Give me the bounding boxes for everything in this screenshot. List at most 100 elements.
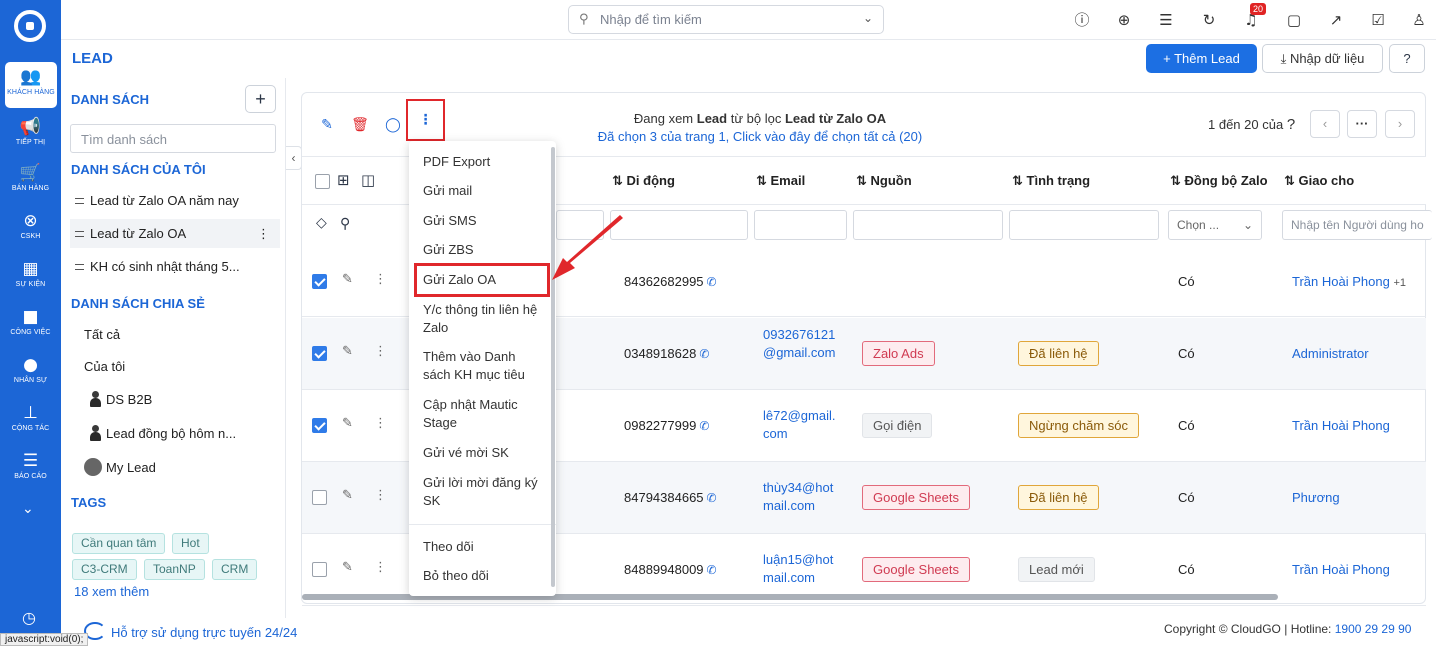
row-checkbox[interactable]: [312, 418, 327, 433]
select-all-link[interactable]: Đã chọn 3 của trang 1, Click vào đây để …: [560, 128, 960, 146]
checkbox-icon[interactable]: ☑: [1367, 9, 1389, 31]
rail-item-support[interactable]: ⊗ CSKH: [0, 206, 61, 252]
menu-item-pdf-export[interactable]: PDF Export: [423, 153, 545, 171]
menu-scrollbar[interactable]: [551, 147, 555, 587]
my-list-item[interactable]: Lead từ Zalo OA năm nay: [70, 186, 280, 215]
phone-icon[interactable]: ✆: [707, 491, 717, 505]
menu-item-request-zalo-info[interactable]: Y/c thông tin liên hệ Zalo: [423, 301, 545, 337]
email-cell[interactable]: luận15@hotmail.com: [763, 551, 841, 587]
rail-item-tasks[interactable]: ■ CÔNG VIỆC: [0, 302, 61, 348]
select-all-checkbox[interactable]: [315, 174, 330, 189]
add-circle-icon[interactable]: ⊕: [1113, 9, 1135, 31]
assigned-cell[interactable]: Trần Hoài Phong: [1292, 418, 1390, 433]
row-checkbox[interactable]: [312, 274, 327, 289]
edit-icon[interactable]: ✎: [342, 560, 353, 575]
filter-source-input[interactable]: [853, 210, 1003, 240]
shared-list-all[interactable]: Tất cả: [84, 327, 120, 342]
menu-item-add-target-list[interactable]: Thêm vào Danh sách KH mục tiêu: [423, 348, 545, 384]
assigned-cell[interactable]: Phương: [1292, 490, 1340, 505]
menu-item-send-sms[interactable]: Gửi SMS: [423, 212, 545, 230]
filter-status-input[interactable]: [1009, 210, 1159, 240]
clock-icon[interactable]: ◷: [22, 608, 36, 627]
search-input[interactable]: Nhập để tìm kiếm: [600, 12, 702, 27]
more-icon[interactable]: ⋮: [374, 344, 387, 359]
cloudgo-logo-icon[interactable]: [14, 10, 46, 42]
shared-list-sync[interactable]: Lead đồng bộ hôm n...: [88, 425, 236, 441]
shared-list-mylead[interactable]: My Lead: [84, 458, 156, 476]
search-icon[interactable]: ⚲: [340, 215, 350, 232]
rail-item-reports[interactable]: ☰ BÁO CÁO: [0, 446, 61, 492]
mobile-cell[interactable]: 84362682995 ✆: [624, 274, 717, 289]
table-icon[interactable]: ⊞: [337, 171, 350, 189]
shared-list-b2b[interactable]: DS B2B: [88, 391, 152, 407]
tag[interactable]: Hot: [172, 533, 209, 554]
tag[interactable]: CRM: [212, 559, 258, 580]
edit-icon[interactable]: ✎: [342, 272, 353, 287]
row-checkbox[interactable]: [312, 346, 327, 361]
prev-page-button[interactable]: ‹: [1310, 110, 1340, 138]
global-search[interactable]: ⚲ Nhập để tìm kiếm ⌄: [568, 5, 884, 34]
chevron-down-icon[interactable]: ⌄: [863, 11, 873, 25]
header-status[interactable]: ⇅ Tình trạng: [1012, 173, 1090, 189]
trash-icon[interactable]: 🗑: [345, 110, 375, 140]
menu-item-send-event-invite[interactable]: Gửi lời mời đăng ký SK: [423, 474, 545, 510]
header-assigned[interactable]: ⇅ Giao cho: [1284, 173, 1354, 189]
menu-item-send-mail[interactable]: Gửi mail: [423, 182, 545, 200]
edit-icon[interactable]: ✎: [312, 110, 342, 140]
menu-item-send-zbs[interactable]: Gửi ZBS: [423, 241, 545, 259]
columns-icon[interactable]: ◫: [361, 171, 375, 189]
add-lead-button[interactable]: + Thêm Lead: [1146, 44, 1257, 73]
expand-rail-icon[interactable]: ⌄: [22, 500, 34, 517]
header-mobile[interactable]: ⇅ Di động: [612, 173, 675, 189]
list-search-input[interactable]: Tìm danh sách: [70, 124, 276, 153]
my-list-item[interactable]: KH có sinh nhật tháng 5...: [70, 252, 280, 281]
next-page-button[interactable]: ›: [1385, 110, 1415, 138]
mobile-cell[interactable]: 0348918628 ✆: [624, 346, 709, 361]
help-icon[interactable]: ?: [1287, 116, 1295, 133]
menu-item-update-mautic-stage[interactable]: Cập nhật Mautic Stage: [423, 396, 545, 432]
tag[interactable]: Cần quan tâm: [72, 533, 166, 554]
help-icon[interactable]: ?: [1389, 44, 1425, 73]
phone-icon[interactable]: ✆: [699, 347, 709, 361]
row-checkbox[interactable]: [312, 490, 327, 505]
rail-item-marketing[interactable]: 📢 TIẾP THỊ: [0, 112, 61, 158]
menu-item-unfollow[interactable]: Bỏ theo dõi: [423, 567, 545, 585]
header-zalo-sync[interactable]: ⇅ Đồng bộ Zalo: [1170, 173, 1268, 189]
phone-icon[interactable]: ✆: [699, 419, 709, 433]
calendar-icon[interactable]: ▢: [1283, 9, 1305, 31]
filter-assignee-input[interactable]: Nhập tên Người dùng ho: [1282, 210, 1432, 240]
rail-item-events[interactable]: ▦ SỰ KIỆN: [0, 254, 61, 300]
menu-item-follow[interactable]: Theo dõi: [423, 538, 545, 556]
filter-zalo-select[interactable]: Chọn ... ⌄: [1168, 210, 1262, 240]
hotline-number[interactable]: 1900 29 29 90: [1335, 622, 1412, 636]
mobile-cell[interactable]: 0982277999 ✆: [624, 418, 709, 433]
collapse-panel-icon[interactable]: ‹: [286, 146, 302, 170]
rail-item-sales[interactable]: 🛒 BÁN HÀNG: [0, 158, 61, 204]
my-list-item-selected[interactable]: Lead từ Zalo OA ⋮: [70, 219, 280, 248]
eraser-icon[interactable]: ◇: [316, 215, 327, 231]
tag[interactable]: C3-CRM: [72, 559, 137, 580]
list-icon[interactable]: ☰: [1155, 9, 1177, 31]
more-icon[interactable]: ⋮: [374, 560, 387, 575]
mobile-cell[interactable]: 84794384665 ✆: [624, 490, 717, 505]
filter-mobile-input[interactable]: [610, 210, 748, 240]
email-cell[interactable]: 0932676121@gmail.com: [763, 326, 841, 362]
more-icon[interactable]: ⋮: [374, 272, 387, 287]
comment-icon[interactable]: ◯: [378, 110, 408, 140]
email-cell[interactable]: thùy34@hotmail.com: [763, 479, 841, 515]
edit-icon[interactable]: ✎: [342, 488, 353, 503]
more-icon[interactable]: ⋮: [374, 488, 387, 503]
menu-item-send-event-ticket[interactable]: Gửi vé mời SK: [423, 444, 545, 462]
assigned-cell[interactable]: Trần Hoài Phong: [1292, 562, 1390, 577]
refresh-icon[interactable]: ↻: [1198, 9, 1220, 31]
user-icon[interactable]: ♙: [1408, 9, 1430, 31]
import-data-button[interactable]: ⤓ Nhập dữ liệu: [1262, 44, 1383, 73]
phone-icon[interactable]: ✆: [707, 563, 717, 577]
more-icon[interactable]: ⋮: [257, 219, 270, 248]
header-source[interactable]: ⇅ Nguồn: [856, 173, 912, 189]
rail-item-hr[interactable]: ● NHÂN SỰ: [0, 350, 61, 396]
phone-icon[interactable]: ✆: [707, 275, 717, 289]
assigned-cell[interactable]: Trần Hoài Phong +1: [1292, 274, 1406, 289]
edit-icon[interactable]: ✎: [342, 344, 353, 359]
tag[interactable]: ToanNP: [144, 559, 205, 580]
